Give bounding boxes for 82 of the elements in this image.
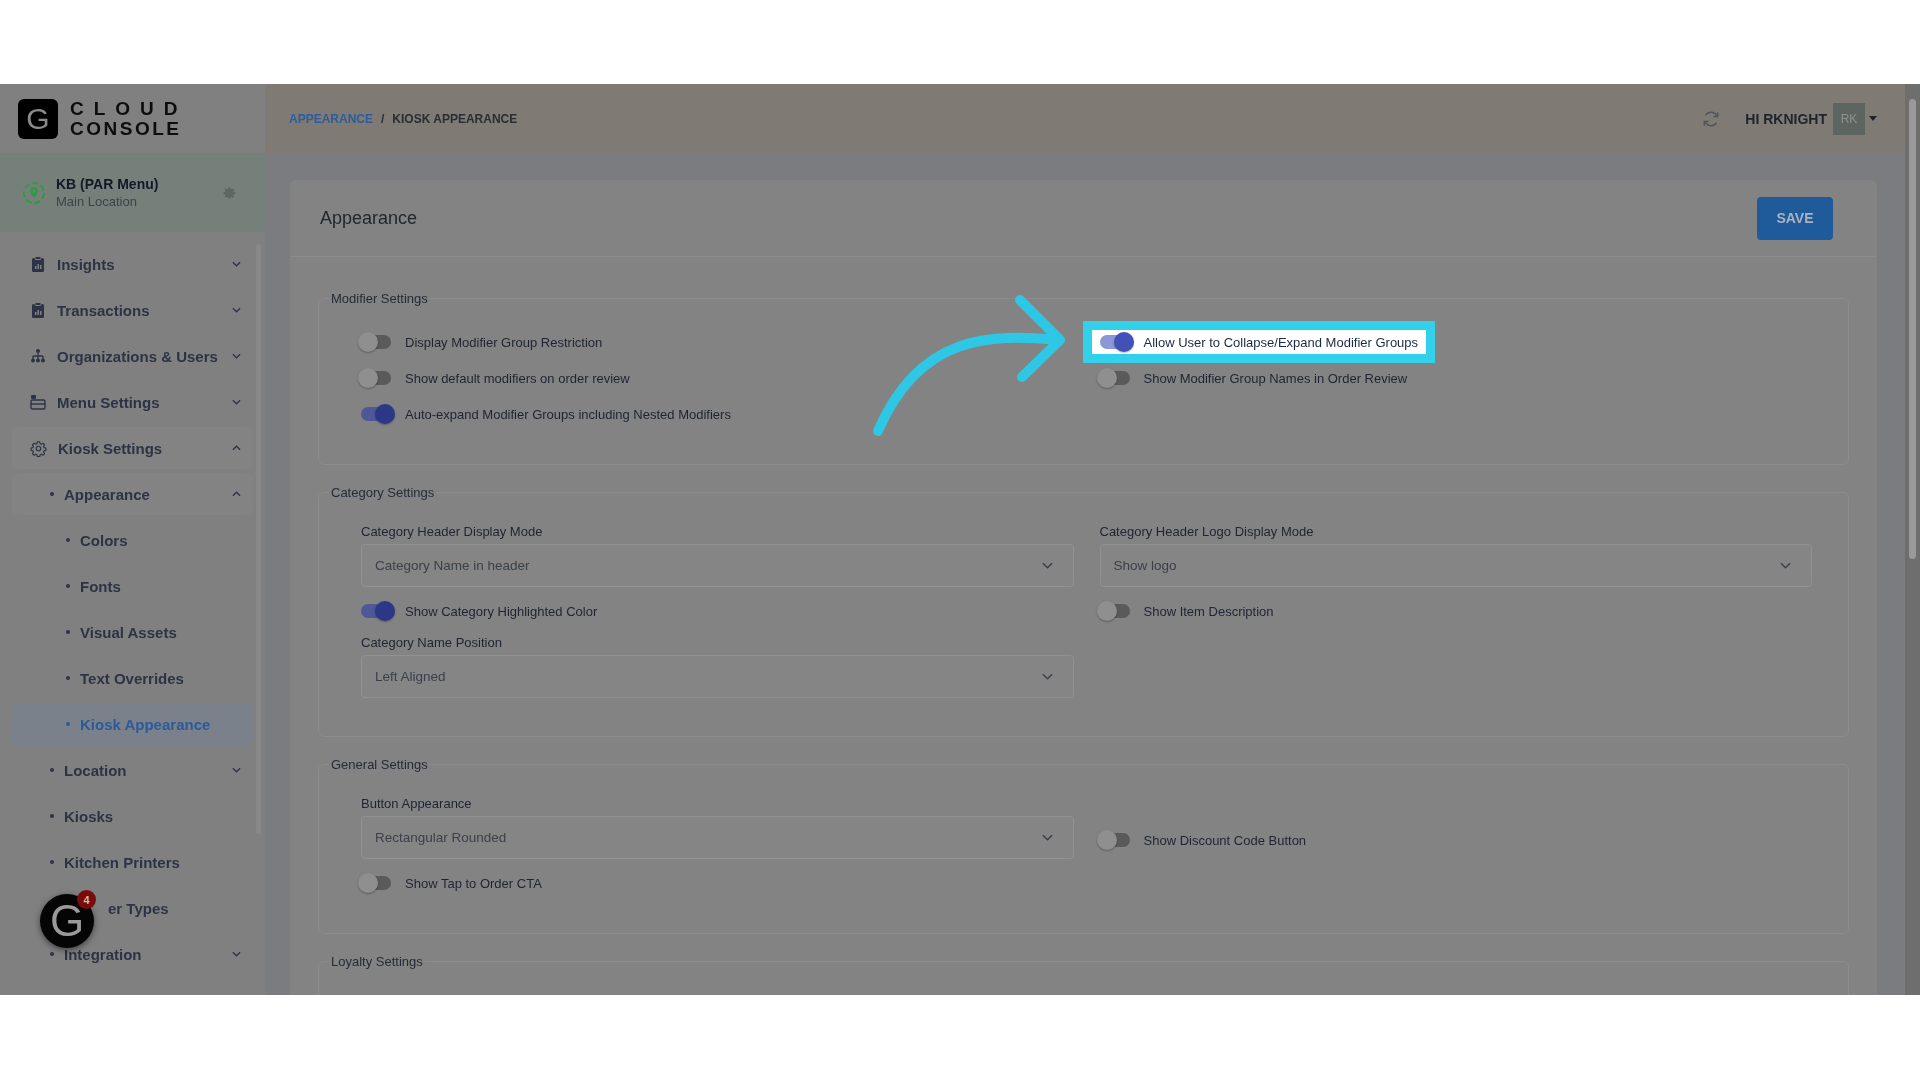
sidebar-item[interactable]: Kiosk Appearance [12, 703, 253, 745]
sidebar-item[interactable]: Fonts [12, 565, 253, 607]
toggle-label: Display Modifier Group Restriction [405, 334, 603, 350]
user-greeting: HI RKNIGHT [1745, 110, 1827, 127]
select-field[interactable]: Category Name in header [361, 544, 1074, 587]
field-label: Category Header Logo Display Mode [1099, 524, 1315, 539]
bullet-icon [66, 722, 70, 726]
toggle-label: Show Tap to Order CTA [405, 875, 542, 891]
bullet-icon [66, 584, 70, 588]
toggle-label: Show Modifier Group Names in Order Review [1143, 370, 1408, 386]
toggle-label: Show default modifiers on order review [405, 370, 630, 386]
toggle-label: Allow User to Collapse/Expand Modifier Groups [1143, 334, 1419, 350]
section-title: Modifier Settings [330, 291, 429, 306]
toggle-label: Show Discount Code Button [1143, 832, 1307, 848]
sidebar-item[interactable]: Kiosks [12, 795, 253, 837]
chevron-icon [1041, 673, 1053, 680]
sidebar-item[interactable]: er Types [98, 887, 253, 929]
toggle-switch[interactable] [1099, 371, 1130, 385]
bullet-icon [66, 676, 70, 680]
section-title: Category Settings [330, 485, 436, 500]
select-field[interactable]: Show logo [1099, 544, 1812, 587]
page-title: Appearance [320, 207, 418, 229]
field-label: Category Header Display Mode [361, 524, 544, 539]
sidebar-item[interactable]: Transactions [12, 289, 253, 331]
chevron-icon [232, 399, 241, 405]
chevron-icon [1780, 562, 1791, 569]
chevron-icon [232, 307, 241, 313]
breadcrumb-separator: / [381, 111, 385, 126]
logo-mark: G [18, 98, 58, 139]
select-field[interactable]: Rectangular Rounded [361, 816, 1074, 859]
bullet-icon [50, 814, 54, 818]
bullet-icon [50, 860, 54, 864]
chevron-icon [1041, 834, 1053, 841]
clipboard-chart-icon [30, 256, 46, 272]
settings-icon[interactable] [223, 185, 237, 200]
chevron-icon [1041, 562, 1053, 569]
hierarchy-icon [30, 348, 46, 364]
location-detail: Main Location [56, 194, 138, 209]
sidebar-item[interactable]: Insights [12, 243, 253, 285]
chevron-icon [232, 353, 241, 359]
toggle-switch[interactable] [361, 335, 391, 349]
toggle-label: Show Category Highlighted Color [405, 603, 598, 619]
bullet-icon [50, 768, 54, 772]
clipboard-chart-icon [30, 302, 46, 318]
settings-icon [30, 439, 47, 457]
sidebar-item[interactable]: Colors [12, 519, 253, 561]
sidebar-item[interactable]: Text Overrides [12, 657, 253, 699]
location-pin-icon [22, 180, 46, 205]
chevron-icon [232, 767, 241, 773]
toggle-switch[interactable] [1099, 833, 1130, 847]
toggle-label: Auto-expand Modifier Groups including Nested Modifiers [405, 406, 731, 422]
field-label: Category Name Position [361, 635, 503, 650]
chevron-icon [232, 445, 241, 451]
notification-badge: 4 [77, 890, 96, 909]
chevron-icon [232, 261, 241, 267]
scrollbar[interactable] [1905, 84, 1920, 995]
caret-icon[interactable] [1869, 116, 1877, 121]
logo-text: CLOUD [70, 98, 188, 119]
save-button[interactable]: SAVE [1757, 196, 1833, 240]
location-name: KB (PAR Menu) [56, 176, 160, 192]
toggle-switch[interactable] [361, 876, 391, 890]
field-label: Button Appearance [361, 796, 473, 811]
sidebar-item[interactable]: Organizations & Users [12, 335, 253, 377]
toggle-switch[interactable] [1099, 604, 1130, 618]
sidebar-item[interactable]: Location [12, 749, 253, 791]
toggle-switch[interactable] [361, 371, 391, 385]
logo-text: CONSOLE [70, 118, 183, 139]
bullet-icon [66, 630, 70, 634]
bullet-icon [50, 492, 54, 496]
breadcrumb-current: KIOSK APPEARANCE [392, 111, 518, 126]
section-title: General Settings [330, 757, 429, 772]
chevron-icon [232, 491, 241, 497]
sidebar-item[interactable]: Menu Settings [12, 381, 253, 423]
toggle-label: Show Item Description [1143, 603, 1274, 619]
bullet-icon [50, 952, 54, 956]
bullet-icon [66, 538, 70, 542]
sidebar-item[interactable]: Kitchen Printers [12, 841, 253, 883]
select-field[interactable]: Left Aligned [361, 655, 1074, 698]
chevron-icon [232, 951, 241, 957]
menu-card-icon [30, 394, 46, 410]
section-title: Loyalty Settings [330, 954, 424, 969]
sidebar-item[interactable]: Visual Assets [12, 611, 253, 653]
